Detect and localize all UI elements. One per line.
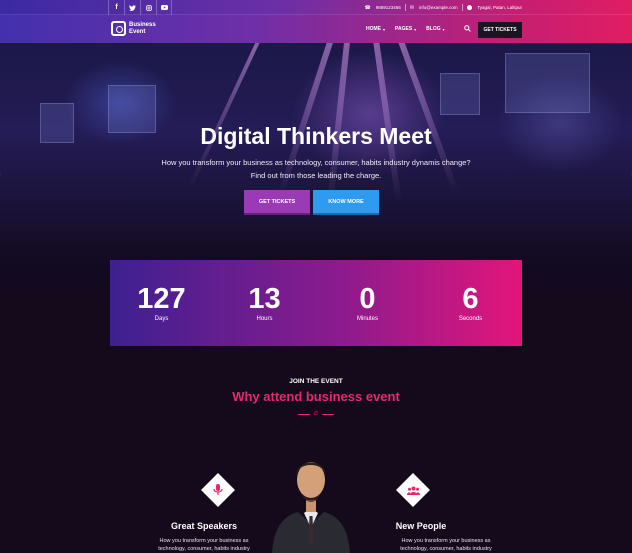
- separator: [404, 4, 406, 11]
- divider-line: [321, 413, 334, 415]
- youtube-icon[interactable]: [156, 0, 172, 15]
- chevron-down-icon: ▾: [414, 26, 417, 32]
- countdown-value: 0: [359, 283, 376, 315]
- feature-title: Great Speakers: [170, 521, 238, 531]
- social-links: f: [108, 0, 172, 15]
- stage-screen: [440, 73, 480, 115]
- countdown-label: Minutes: [356, 316, 378, 322]
- menu-item-label: HOME: [366, 26, 381, 32]
- menu-item-label: PAGES: [395, 26, 413, 32]
- logo-line2: Event: [129, 28, 146, 35]
- separator: [461, 4, 463, 11]
- stage-screen: [505, 53, 590, 113]
- phone-icon: ☎: [364, 4, 371, 11]
- countdown-value: 13: [248, 283, 281, 315]
- chevron-down-icon: ▾: [383, 26, 386, 32]
- menu-item-pages[interactable]: PAGES ▾: [395, 26, 416, 32]
- facebook-icon[interactable]: f: [108, 0, 124, 15]
- menu: HOME ▾ PAGES ▾ BLOG ▾: [366, 15, 445, 43]
- countdown-label: Hours: [256, 316, 273, 322]
- section-heading: Why attend business event: [232, 389, 400, 404]
- top-bar: f ☎ 9889123456 ✉ info@example.com ⬤ Tyag…: [0, 0, 632, 15]
- countdown-minutes: 0 Minutes: [316, 260, 419, 346]
- countdown-label: Days: [154, 316, 169, 322]
- get-tickets-nav-button[interactable]: GET TICKETS: [478, 22, 522, 38]
- countdown-seconds: 6 Seconds: [419, 260, 522, 346]
- logo-line1: Business: [129, 21, 156, 28]
- logo-text: Business Event: [129, 22, 159, 36]
- feature-text: How you transform your business as techn…: [134, 537, 274, 553]
- logo-icon: [111, 21, 126, 36]
- hero-subtitle-line1: How you transform your business as techn…: [161, 158, 471, 167]
- get-tickets-button[interactable]: GET TICKETS: [244, 190, 310, 213]
- email-address[interactable]: info@example.com: [419, 5, 458, 10]
- section-eyebrow: JOIN THE EVENT: [289, 378, 343, 385]
- feature-text-line: technology, consumer, habits industry: [400, 546, 492, 552]
- instagram-icon[interactable]: [140, 0, 156, 15]
- countdown-value: 127: [137, 283, 186, 315]
- countdown-timer: 127 Days 13 Hours 0 Minutes 6 Seconds: [110, 260, 522, 346]
- chevron-down-icon: ▾: [442, 26, 445, 32]
- menu-item-blog[interactable]: BLOG ▾: [426, 26, 444, 32]
- countdown-value: 6: [462, 283, 479, 315]
- feature-text-line: How you transform your business as: [401, 538, 491, 544]
- email-icon: ✉: [409, 4, 415, 11]
- menu-item-label: BLOG: [426, 26, 441, 32]
- hero-title: Digital Thinkers Meet: [200, 123, 432, 149]
- menu-item-home[interactable]: HOME ▾: [366, 26, 385, 32]
- hero-section: ‹ › Digital Thinkers Meet How you transf…: [0, 43, 632, 296]
- countdown-days: 127 Days: [110, 260, 213, 346]
- divider-line: [298, 413, 310, 415]
- heading-divider: 🔥︎: [298, 410, 334, 418]
- contact-info: ☎ 9889123456 ✉ info@example.com ⬤ Tyagal…: [365, 0, 522, 15]
- address: Tyagal, Patan, Lalitpur: [477, 5, 522, 10]
- feature-text-line: technology, consumer, habits industry: [158, 546, 250, 552]
- feature-text-line: How you transform your business as: [159, 538, 249, 544]
- speaker-photo: [272, 462, 350, 553]
- search-icon[interactable]: [464, 25, 471, 32]
- main-navigation: Business Event HOME ▾ PAGES ▾ BLOG ▾: [0, 15, 632, 43]
- know-more-button[interactable]: KNOW MORE: [313, 190, 379, 213]
- countdown-label: Seconds: [458, 316, 483, 322]
- phone-number[interactable]: 9889123456: [376, 5, 401, 10]
- hero-subtitle-line2: Find out from those leading the charge.: [250, 171, 382, 180]
- hero-subtitle: How you transform your business as techn…: [0, 156, 632, 182]
- feature-title: New People: [395, 521, 447, 531]
- microphone-icon: [201, 473, 235, 507]
- location-icon: ⬤: [466, 4, 473, 11]
- fire-icon: 🔥︎: [313, 410, 319, 417]
- people-icon: [396, 473, 430, 507]
- logo[interactable]: Business Event: [111, 21, 159, 36]
- twitter-icon[interactable]: [124, 0, 140, 15]
- feature-text: How you transform your business as techn…: [376, 537, 516, 553]
- countdown-hours: 13 Hours: [213, 260, 316, 346]
